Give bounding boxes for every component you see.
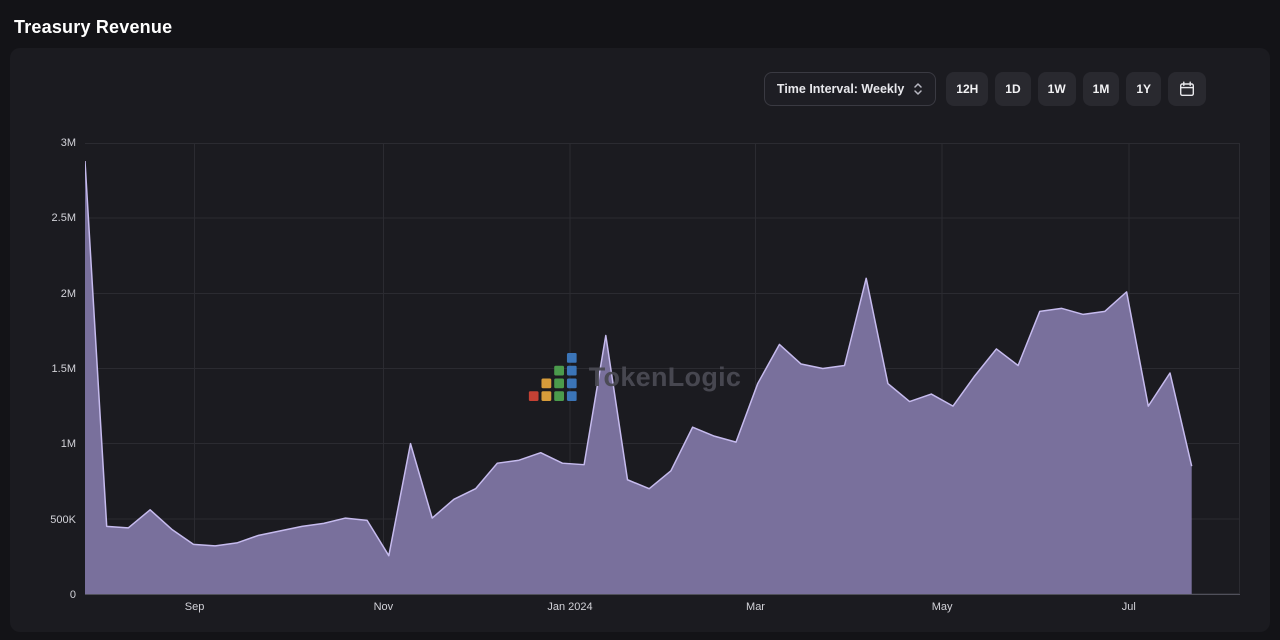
chevron-updown-icon xyxy=(913,82,923,96)
y-tick-500k: 500K xyxy=(10,513,76,527)
y-tick-2m: 2M xyxy=(10,287,76,301)
chart-controls: Time Interval: Weekly 12H1D1W1M1Y xyxy=(764,72,1206,106)
y-tick-0: 0 xyxy=(10,588,76,602)
chart-plot[interactable]: TokenLogic xyxy=(85,143,1240,595)
x-tick-nov: Nov xyxy=(343,600,423,614)
range-button-12h[interactable]: 12H xyxy=(946,72,988,106)
y-tick-3m: 3M xyxy=(10,136,76,150)
treasury-revenue-card: Time Interval: Weekly 12H1D1W1M1Y 0500K1… xyxy=(10,48,1270,632)
x-tick-jan-2024: Jan 2024 xyxy=(530,600,610,614)
revenue-area-series xyxy=(85,161,1192,594)
page-header: Treasury Revenue xyxy=(0,0,1280,48)
y-tick-2-5m: 2.5M xyxy=(10,211,76,225)
x-tick-mar: Mar xyxy=(716,600,796,614)
range-button-group: 12H1D1W1M1Y xyxy=(946,72,1161,106)
x-tick-sep: Sep xyxy=(155,600,235,614)
range-button-1w[interactable]: 1W xyxy=(1038,72,1076,106)
x-tick-jul: Jul xyxy=(1089,600,1169,614)
range-button-1d[interactable]: 1D xyxy=(995,72,1030,106)
page-title: Treasury Revenue xyxy=(14,17,172,38)
y-tick-1m: 1M xyxy=(10,437,76,451)
range-button-1m[interactable]: 1M xyxy=(1083,72,1120,106)
x-tick-may: May xyxy=(902,600,982,614)
time-interval-dropdown[interactable]: Time Interval: Weekly xyxy=(764,72,936,106)
calendar-button[interactable] xyxy=(1168,72,1206,106)
calendar-icon xyxy=(1179,81,1195,97)
y-tick-1-5m: 1.5M xyxy=(10,362,76,376)
time-interval-label: Time Interval: Weekly xyxy=(777,82,904,96)
range-button-1y[interactable]: 1Y xyxy=(1126,72,1161,106)
revenue-area-chart xyxy=(85,143,1240,594)
